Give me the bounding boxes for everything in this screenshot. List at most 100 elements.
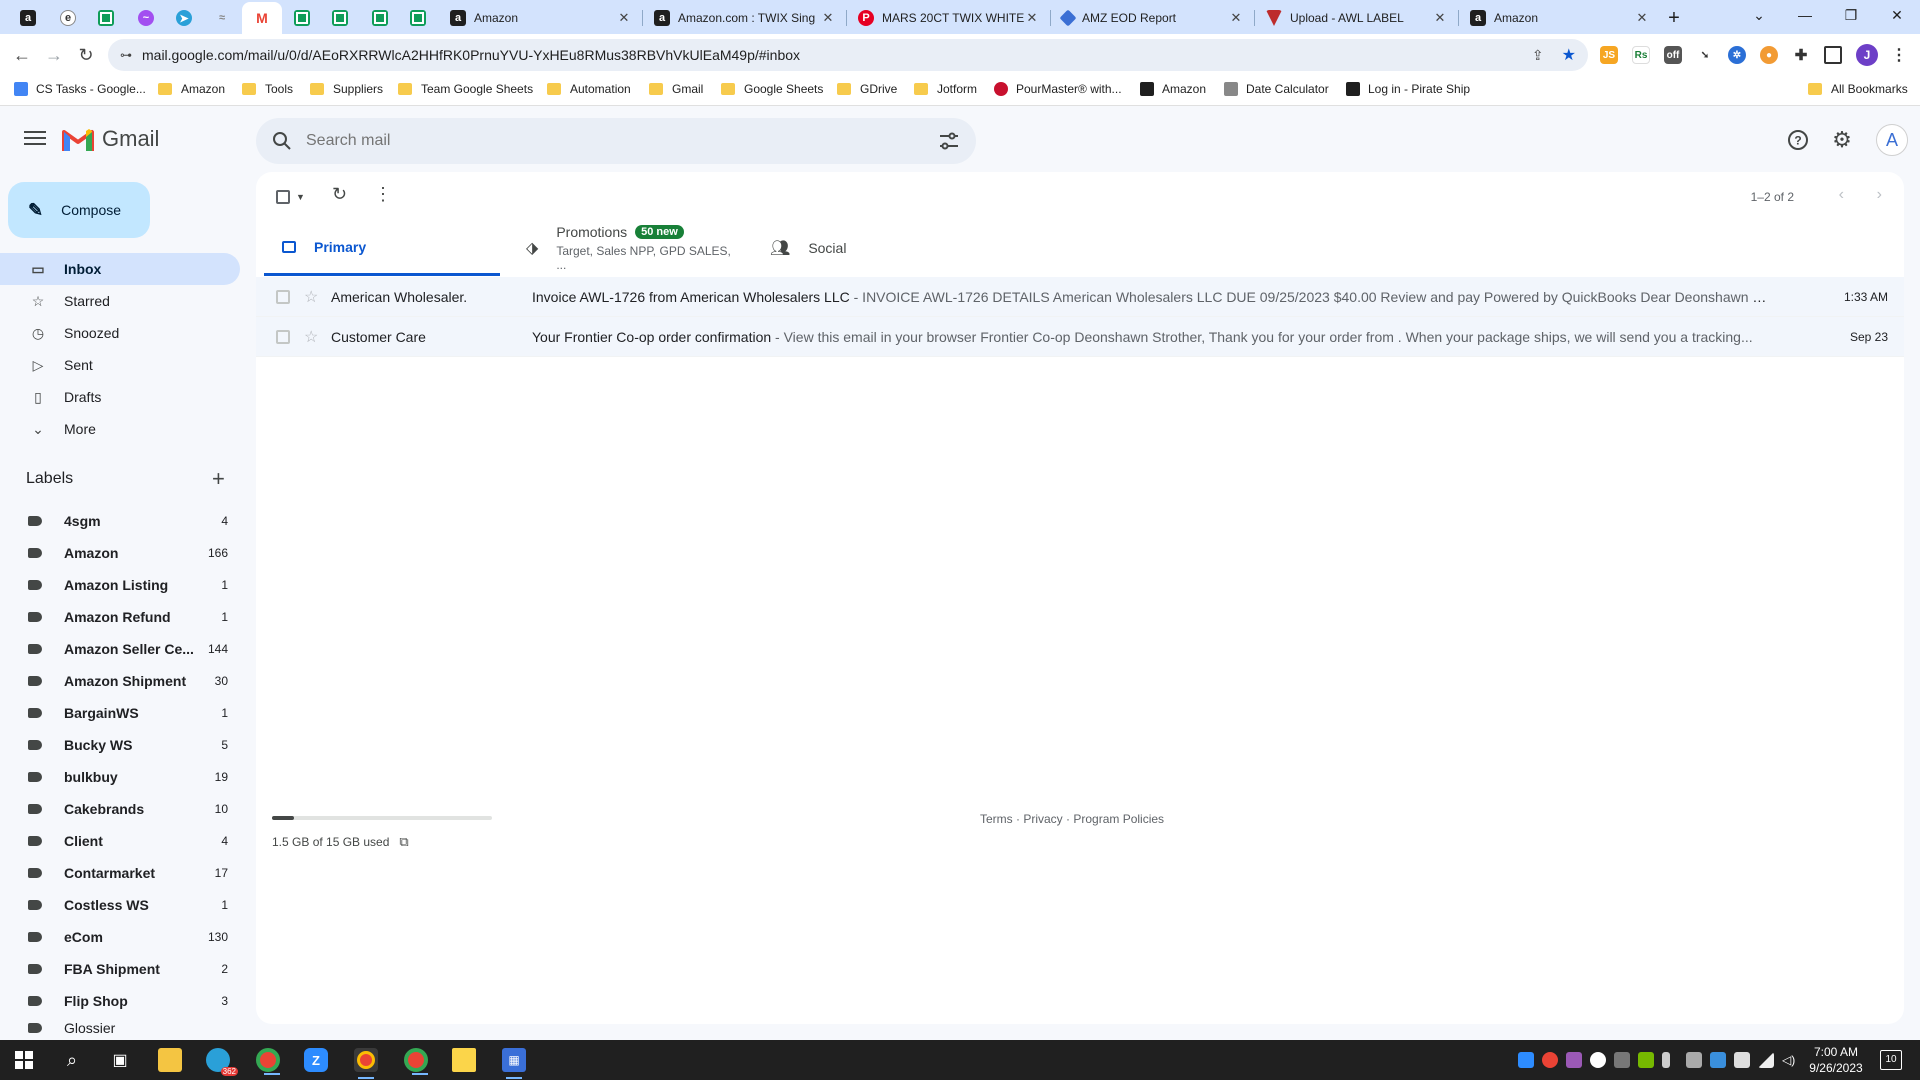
close-window-button[interactable]: ✕ [1874,0,1920,30]
back-button[interactable]: ← [8,41,36,69]
bookmark-folder-gmail[interactable]: Gmail [649,82,703,96]
account-avatar[interactable]: A [1876,124,1908,156]
sidebar-item-starred[interactable]: ☆ Starred [0,285,240,317]
extension-off-icon[interactable]: off [1664,46,1682,64]
sticky-notes-icon[interactable] [452,1048,476,1072]
chrome-menu-icon[interactable]: ⋮ [1890,46,1908,64]
sidebar-item-inbox[interactable]: ▭ Inbox [0,253,240,285]
star-icon[interactable]: ☆ [304,287,318,307]
all-bookmarks[interactable]: All Bookmarks [1808,82,1908,96]
pinned-tab-sheets-4[interactable] [360,2,400,34]
sidebar-label[interactable]: Amazon Listing 1 [0,569,240,601]
tray-chrome-icon[interactable] [1542,1052,1558,1068]
email-row[interactable]: ☆ American Wholesaler. Invoice AWL-1726 … [256,277,1904,317]
profile-avatar[interactable]: J [1856,44,1878,66]
extension-cursor-icon[interactable]: ➘ [1696,46,1714,64]
calculator-icon[interactable]: ▦ [502,1048,526,1079]
bookmark-folder-tools[interactable]: Tools [242,82,293,96]
url-text[interactable]: mail.google.com/mail/u/0/d/AEoRXRRWlcA2H… [142,47,1532,63]
telegram-icon[interactable]: 362 [206,1048,238,1076]
sidebar-label[interactable]: 4sgm 4 [0,505,240,537]
row-checkbox[interactable] [276,329,290,344]
sidebar-label[interactable]: Client 4 [0,825,240,857]
help-icon[interactable]: ? [1784,126,1812,154]
nvidia-icon[interactable] [1638,1052,1654,1068]
tab-promotions[interactable]: ⬗ Promotions 50 new Target, Sales NPP, G… [508,220,744,276]
close-icon[interactable]: ✕ [616,10,632,26]
main-menu-icon[interactable] [20,126,50,150]
sidebar-label[interactable]: Glossier [0,1017,240,1039]
sidebar-label[interactable]: FBA Shipment 2 [0,953,240,985]
tray-blue-icon[interactable] [1710,1052,1726,1068]
close-icon[interactable]: ✕ [1634,10,1650,26]
sidebar-label[interactable]: Amazon 166 [0,537,240,569]
tray-zoom-icon[interactable] [1518,1052,1534,1068]
select-all-checkbox[interactable]: ▼ [276,190,305,204]
compose-button[interactable]: ✎ Compose [8,182,150,238]
sidebar-label[interactable]: Costless WS 1 [0,889,240,921]
pinned-tab-sheets-2[interactable] [282,2,322,34]
new-tab-button[interactable]: + [1660,2,1688,34]
pinned-tab-sheets-5[interactable] [398,2,438,34]
pinned-tab-wave[interactable]: ≈ [202,2,242,34]
sidebar-label[interactable]: bulkbuy 19 [0,761,240,793]
bookmark-cs-tasks[interactable]: CS Tasks - Google... [14,82,146,96]
reload-button[interactable]: ↻ [72,41,100,69]
wifi-icon[interactable] [1758,1052,1774,1068]
bookmark-pourmaster[interactable]: PourMaster® with... [994,82,1122,96]
minimize-button[interactable]: — [1782,0,1828,30]
sidebar-item-snoozed[interactable]: ◷ Snoozed [0,317,240,349]
tray-pen-icon[interactable] [1566,1052,1582,1068]
email-row[interactable]: ☆ Customer Care Your Frontier Co-op orde… [256,317,1904,357]
bookmark-folder-automation[interactable]: Automation [547,82,631,96]
sidebar-item-sent[interactable]: ▷ Sent [0,349,240,381]
sidebar-item-drafts[interactable]: ▯ Drafts [0,381,240,413]
pinned-tab-telegram[interactable]: ➤ [164,2,204,34]
add-label-icon[interactable]: + [212,468,225,490]
sidebar-label[interactable]: BargainWS 1 [0,697,240,729]
sidebar-label[interactable]: Flip Shop 3 [0,985,240,1017]
more-options-icon[interactable]: ⋮ [374,184,392,205]
pinned-tab-amazon[interactable]: a [8,2,48,34]
chrome-icon[interactable] [404,1048,428,1075]
tray-keyboard-icon[interactable] [1734,1052,1750,1068]
bookmark-folder-suppliers[interactable]: Suppliers [310,82,383,96]
extension-blue-icon[interactable]: ✲ [1728,46,1746,64]
bookmark-folder-google-sheets[interactable]: Google Sheets [721,82,823,96]
browser-tab[interactable]: a Amazon ✕ [440,2,642,34]
extension-rs-icon[interactable]: Rs [1632,46,1650,64]
sidebar-label[interactable]: Contarmarket 17 [0,857,240,889]
chrome-icon[interactable] [256,1048,280,1075]
address-bar[interactable]: ⊶ mail.google.com/mail/u/0/d/AEoRXRRWlcA… [108,39,1588,71]
onedrive-icon[interactable] [1590,1052,1606,1068]
extensions-puzzle-icon[interactable]: ✚ [1792,46,1810,64]
close-icon[interactable]: ✕ [1228,10,1244,26]
file-explorer-icon[interactable] [158,1048,182,1072]
bookmark-date-calculator[interactable]: Date Calculator [1224,82,1329,96]
zoom-icon[interactable]: Z [304,1048,328,1072]
search-options-icon[interactable] [938,132,960,150]
tab-primary[interactable]: Primary [264,220,500,276]
extension-js-icon[interactable]: JS [1600,46,1618,64]
search-icon[interactable] [272,131,292,151]
browser-tab[interactable]: AMZ EOD Report ✕ [1052,2,1254,34]
browser-tab[interactable]: a Amazon ✕ [1460,2,1660,34]
side-panel-icon[interactable] [1824,46,1842,64]
pinned-tab-e[interactable]: e [48,2,88,34]
taskbar-clock[interactable]: 7:00 AM 9/26/2023 [1800,1044,1872,1076]
sidebar-item-more[interactable]: ⌄ More [0,413,240,445]
windows-start-icon[interactable] [12,1048,36,1072]
open-external-icon[interactable]: ⧉ [399,834,408,850]
star-icon[interactable]: ☆ [304,327,318,347]
close-icon[interactable]: ✕ [1024,10,1040,26]
bookmark-folder-gdrive[interactable]: GDrive [837,82,897,96]
browser-tab[interactable]: Upload - AWL LABEL ✕ [1256,2,1458,34]
privacy-link[interactable]: Privacy [1023,812,1062,826]
microphone-icon[interactable] [1662,1052,1670,1068]
sidebar-label[interactable]: Cakebrands 10 [0,793,240,825]
sidebar-label[interactable]: Bucky WS 5 [0,729,240,761]
pinned-tab-sheets-1[interactable] [86,2,126,34]
pinned-tab-sheets-3[interactable] [320,2,360,34]
terms-link[interactable]: Terms [980,812,1013,826]
pinned-tab-gmail[interactable]: M [242,2,282,34]
